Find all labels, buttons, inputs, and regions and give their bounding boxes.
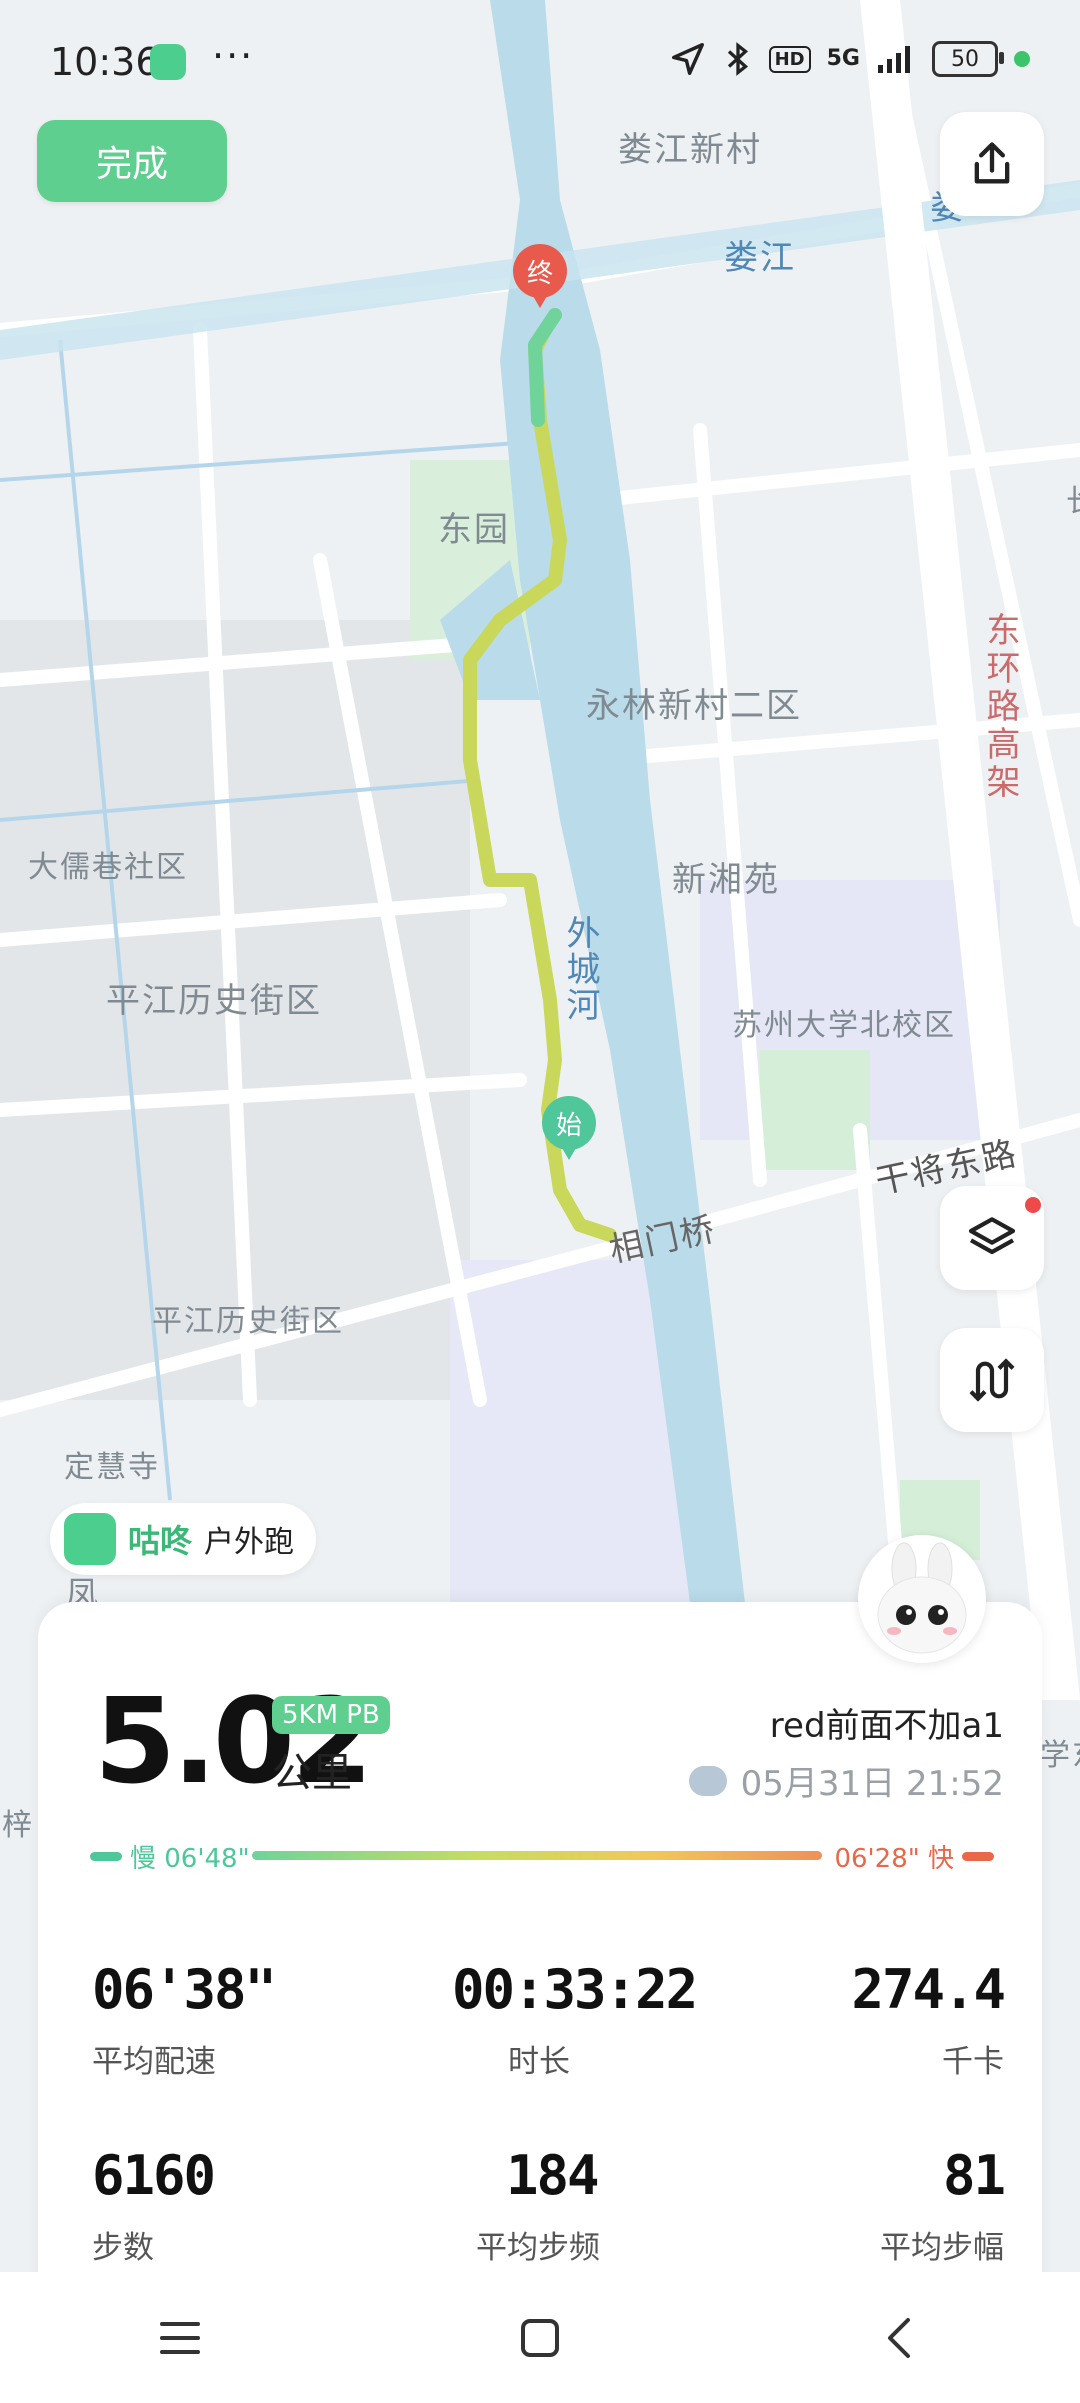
mascot-avatar[interactable] (858, 1535, 986, 1663)
weather-icon (688, 1765, 727, 1796)
calories-label: 千卡 (942, 2044, 1004, 2080)
map-label-loujiang: 娄江 (724, 238, 796, 278)
pace-slow-cap (90, 1852, 122, 1861)
privacy-indicator (1014, 51, 1030, 67)
map-label-outer-river: 外城河 (560, 915, 600, 1023)
status-time: 10:36 (50, 40, 160, 84)
stride-value: 81 (942, 2144, 1006, 2207)
route-start-marker[interactable]: 始 (542, 1096, 596, 1160)
user-name: red前面不加a1 (769, 1706, 1004, 1746)
pace-fast-label: 06'28" 快 (834, 1844, 954, 1874)
avg-pace-value: 06'38" (92, 1958, 277, 2021)
duration-label: 时长 (508, 2044, 570, 2080)
avg-pace-label: 平均配速 (92, 2044, 216, 2080)
cadence-value: 184 (506, 2144, 600, 2207)
map-label-east-ring: 东环路高架 (980, 612, 1020, 802)
map-label-suda-north: 苏州大学北校区 (732, 1008, 956, 1043)
stride-label: 平均步幅 (880, 2230, 1004, 2266)
share-icon (974, 142, 1010, 184)
steps-value: 6160 (92, 2144, 216, 2207)
layers-new-badge (1025, 1197, 1041, 1213)
activity-type: 户外跑 (204, 1525, 295, 1560)
duration-value: 00:33:22 (452, 1958, 698, 2021)
workout-datetime: 05月31日 21:52 (688, 1756, 1004, 1805)
nav-home-button[interactable] (490, 2288, 590, 2388)
map-label-pingjiang-top: 平江历史街区 (106, 981, 322, 1021)
system-nav-bar (0, 2272, 1080, 2403)
back-icon (888, 2317, 910, 2358)
bluetooth-icon (727, 42, 748, 76)
map-label-dongru: 大儒巷社区 (28, 850, 188, 885)
calories-value: 274.4 (851, 1958, 1006, 2021)
share-button[interactable] (940, 112, 1044, 216)
route-track-icon (969, 1358, 1015, 1402)
menu-icon (160, 2321, 200, 2354)
steps-label: 步数 (92, 2230, 154, 2266)
location-icon (671, 43, 704, 75)
hd-voice-icon: HD (768, 45, 811, 73)
mascot-icon (877, 1542, 967, 1654)
more-notifications-icon: ··· (212, 34, 255, 78)
route-end-marker[interactable]: 终 (513, 244, 567, 308)
route-replay-button[interactable] (940, 1328, 1044, 1432)
nav-back-button[interactable] (850, 2288, 950, 2388)
pace-slow: 慢 06'48" (90, 1838, 250, 1875)
workout-date: 05月31日 21:52 (740, 1764, 1004, 1804)
app-notification-icon (150, 44, 186, 80)
map-label-loujiang-village: 娄江新村 (618, 130, 762, 170)
workout-summary-card: 5.02 5KM PB 公里 red前面不加a1 05月31日 21:52 慢 … (38, 1602, 1042, 2302)
signal-icon (878, 46, 910, 73)
map-label-edge-right: 学东 (1040, 1738, 1080, 1773)
brand-name: 咕咚 (128, 1522, 193, 1560)
distance-unit: 公里 (272, 1750, 352, 1796)
brand-chip: 咕咚 户外跑 (50, 1503, 317, 1575)
done-button[interactable]: 完成 (37, 120, 227, 202)
map-label-pingjiang-bottom: 平江历史街区 (152, 1304, 344, 1339)
pace-slow-label: 慢 06'48" (130, 1844, 250, 1874)
map-label-dinghui: 定慧寺 (64, 1450, 160, 1485)
battery-icon: 50 (932, 41, 1004, 77)
pace-legend: 慢 06'48" 06'28" 快 (90, 1830, 994, 1874)
pace-fast-cap (962, 1852, 994, 1861)
layers-icon (968, 1217, 1016, 1255)
status-bar: 10:36 ··· HD 5G 50 (0, 0, 1080, 120)
map-label-yonglin: 永林新村二区 (586, 686, 802, 726)
brand-logo (64, 1513, 116, 1565)
map-label-dongyuan: 东园 (438, 510, 510, 550)
battery-level: 50 (951, 46, 979, 72)
map-label-edge-left: 梓 (2, 1808, 34, 1843)
map-label-edge-right-top: 长 (1066, 476, 1080, 520)
pb-badge: 5KM PB (272, 1696, 390, 1734)
cadence-label: 平均步频 (476, 2230, 600, 2266)
network-type-icon: 5G (826, 46, 860, 71)
home-icon (521, 2318, 559, 2357)
nav-menu-button[interactable] (130, 2288, 230, 2388)
map-label-xinxiang: 新湘苑 (672, 860, 780, 900)
pace-fast: 06'28" 快 (834, 1838, 994, 1875)
pace-gradient (252, 1851, 822, 1860)
